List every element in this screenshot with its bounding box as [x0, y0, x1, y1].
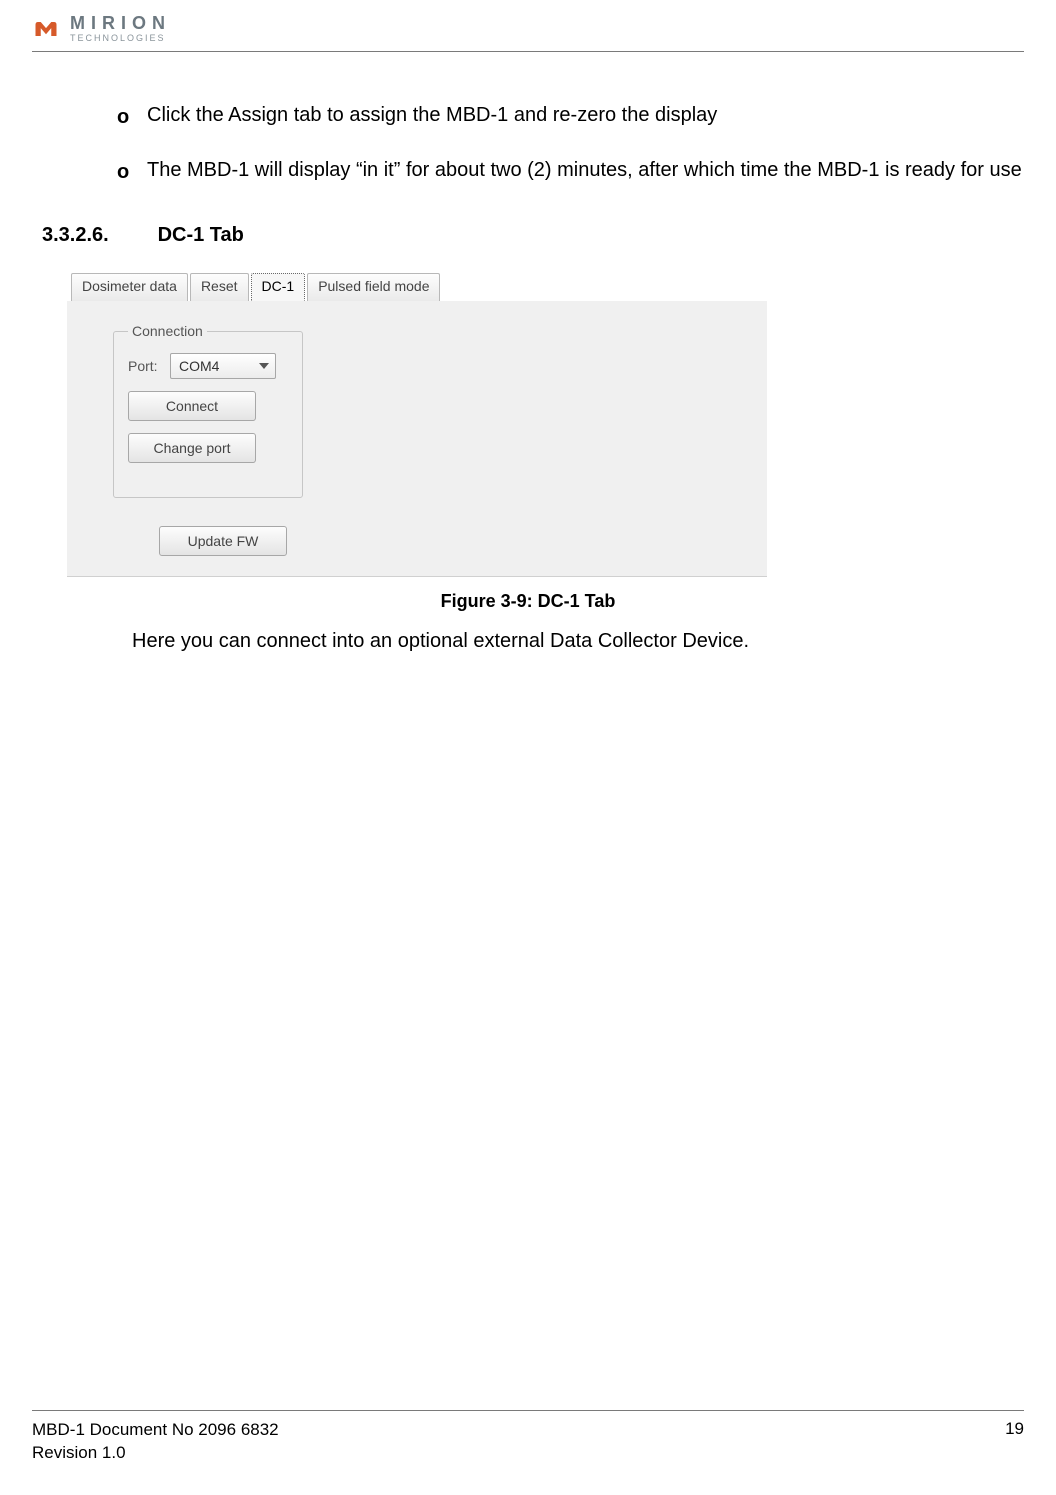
page-number: 19 [1005, 1419, 1024, 1465]
bullet-text: The MBD-1 will display “in it” for about… [147, 159, 1022, 181]
header-rule [32, 51, 1024, 52]
change-port-button[interactable]: Change port [128, 433, 256, 463]
list-item: The MBD-1 will display “in it” for about… [117, 157, 1024, 184]
tab-dc1[interactable]: DC-1 [251, 273, 306, 301]
update-fw-button[interactable]: Update FW [159, 526, 287, 556]
figure-caption: Figure 3-9: DC-1 Tab [32, 591, 1024, 612]
port-row: Port: COM4 [128, 353, 288, 379]
logo-block: MIRION TECHNOLOGIES [32, 14, 1024, 43]
section-heading: 3.3.2.6. DC-1 Tab [42, 224, 1024, 247]
bullet-text: Click the Assign tab to assign the MBD-1… [147, 104, 717, 126]
footer-left: MBD-1 Document No 2096 6832 Revision 1.0 [32, 1419, 279, 1465]
logo-sub: TECHNOLOGIES [70, 34, 171, 43]
section-title: DC-1 Tab [158, 224, 244, 246]
list-item: Click the Assign tab to assign the MBD-1… [117, 102, 1024, 129]
logo-name: MIRION [70, 14, 171, 32]
bullet-list: Click the Assign tab to assign the MBD-1… [117, 102, 1024, 184]
tab-panel: Connection Port: COM4 Connect Change por… [67, 301, 767, 556]
tab-bar: Dosimeter data Reset DC-1 Pulsed field m… [67, 271, 767, 301]
section-number: 3.3.2.6. [42, 224, 152, 247]
chevron-down-icon [259, 363, 269, 369]
connection-group: Connection Port: COM4 Connect Change por… [113, 323, 303, 498]
logo-text: MIRION TECHNOLOGIES [70, 14, 171, 43]
port-label: Port: [128, 358, 162, 374]
connection-legend: Connection [128, 323, 207, 339]
mirion-logo-icon [32, 15, 60, 43]
dc1-tab-screenshot: Dosimeter data Reset DC-1 Pulsed field m… [67, 271, 767, 577]
port-select[interactable]: COM4 [170, 353, 276, 379]
page-footer: MBD-1 Document No 2096 6832 Revision 1.0… [32, 1410, 1024, 1465]
footer-doc-no: MBD-1 Document No 2096 6832 [32, 1419, 279, 1442]
figure-description: Here you can connect into an optional ex… [132, 630, 1024, 653]
tab-reset[interactable]: Reset [190, 273, 249, 301]
tab-dosimeter-data[interactable]: Dosimeter data [71, 273, 188, 301]
footer-revision: Revision 1.0 [32, 1442, 279, 1465]
tab-pulsed-field-mode[interactable]: Pulsed field mode [307, 273, 440, 301]
connect-button[interactable]: Connect [128, 391, 256, 421]
port-select-value: COM4 [179, 358, 219, 374]
